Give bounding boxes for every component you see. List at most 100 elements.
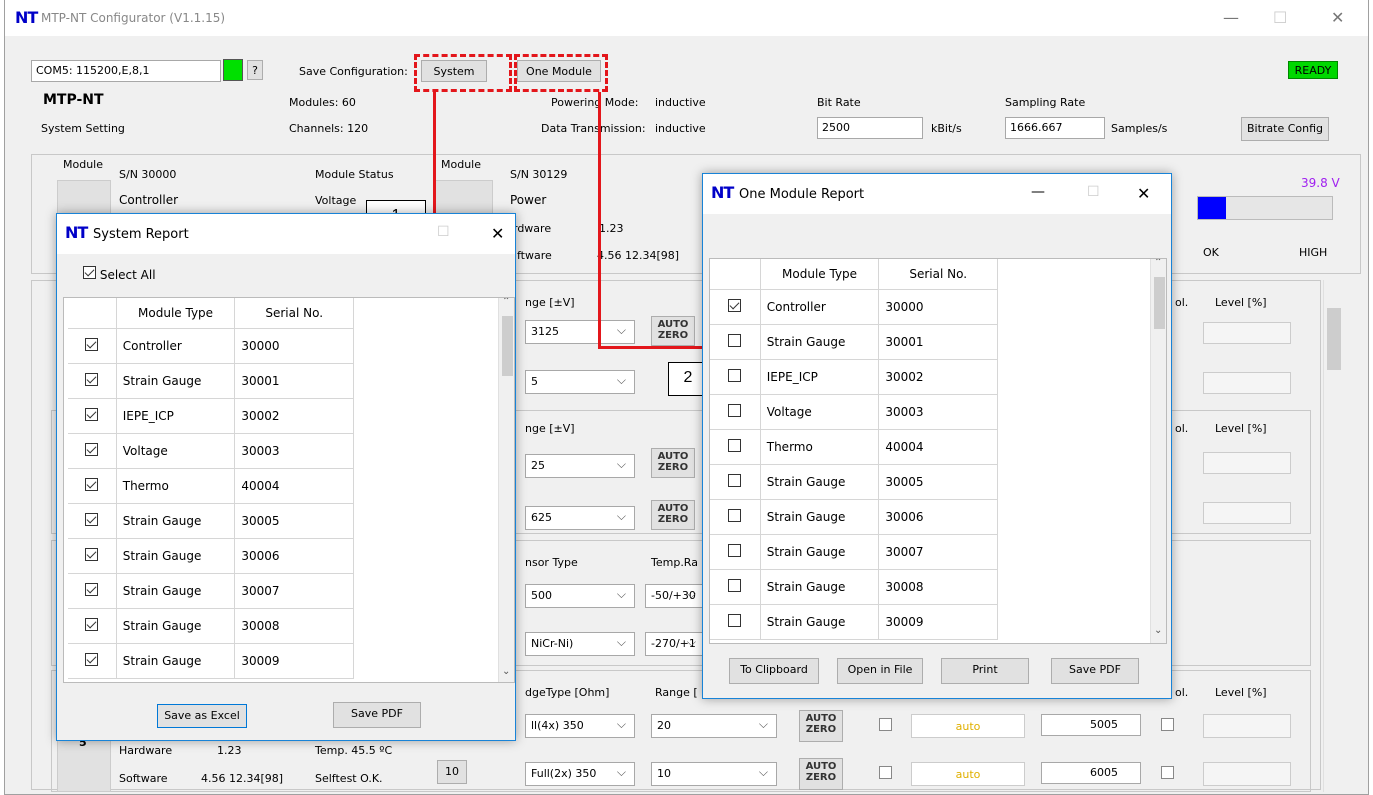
row-checkbox[interactable] (728, 438, 742, 452)
row-checkbox[interactable] (85, 442, 99, 456)
table-row[interactable]: Strain Gauge 30001 (68, 363, 354, 399)
auto-zero-button-2[interactable]: AUTO ZERO (651, 448, 695, 478)
range-b-select-1[interactable]: 20 (651, 714, 777, 738)
auto-zero-button-1[interactable]: AUTO ZERO (651, 316, 695, 346)
row-checkbox-cell[interactable] (710, 534, 761, 570)
row-checkbox[interactable] (728, 613, 742, 627)
one-module-scroll-thumb[interactable] (1154, 277, 1165, 329)
channel-checkbox-3[interactable] (879, 766, 892, 779)
row-checkbox-cell[interactable] (68, 573, 117, 609)
channel-checkbox-2[interactable] (1161, 718, 1174, 731)
range-select-4[interactable]: 625 (525, 506, 635, 530)
system-report-scroll-thumb[interactable] (502, 316, 513, 376)
one-module-save-pdf-button[interactable]: Save PDF (1051, 658, 1139, 684)
bridge-select-2[interactable]: Full(2x) 350 (525, 762, 635, 786)
row-checkbox[interactable] (85, 372, 99, 386)
table-row[interactable]: Strain Gauge 30005 (710, 464, 998, 500)
row-checkbox-cell[interactable] (68, 328, 117, 364)
one-module-maximize[interactable]: ☐ (1087, 184, 1100, 200)
table-row[interactable]: Strain Gauge 30001 (710, 324, 998, 360)
table-row[interactable]: Strain Gauge 30009 (68, 643, 354, 679)
channel-checkbox-4[interactable] (1161, 766, 1174, 779)
row-checkbox-cell[interactable] (710, 429, 761, 465)
auto-value-2[interactable]: auto (911, 762, 1025, 786)
table-row[interactable]: Voltage 30003 (710, 394, 998, 430)
scroll-down-icon[interactable]: ⌄ (502, 666, 510, 677)
bitrate-config-button[interactable]: Bitrate Config (1241, 117, 1329, 141)
table-row[interactable]: Thermo 40004 (710, 429, 998, 465)
table-row[interactable]: Controller 30000 (710, 289, 998, 325)
range-select-2[interactable]: 5 (525, 370, 635, 394)
row-checkbox[interactable] (728, 543, 742, 557)
close-button[interactable]: ✕ (1331, 8, 1344, 27)
one-module-minimize[interactable]: — (1031, 184, 1045, 200)
sensor-select-2[interactable]: NiCr-Ni) (525, 632, 635, 656)
table-row[interactable]: Strain Gauge 30008 (710, 569, 998, 605)
row-checkbox[interactable] (85, 617, 99, 631)
row-checkbox-cell[interactable] (710, 289, 761, 325)
row-checkbox-cell[interactable] (68, 538, 117, 574)
row-checkbox-cell[interactable] (68, 398, 117, 434)
row-checkbox[interactable] (728, 298, 742, 312)
table-row[interactable]: IEPE_ICP 30002 (710, 359, 998, 395)
main-scrollbar[interactable] (1323, 280, 1343, 792)
table-row[interactable]: Voltage 30003 (68, 433, 354, 469)
table-row[interactable]: Strain Gauge 30007 (710, 534, 998, 570)
row-checkbox-cell[interactable] (710, 604, 761, 640)
table-row[interactable]: Strain Gauge 30005 (68, 503, 354, 539)
row-checkbox[interactable] (85, 582, 99, 596)
table-row[interactable]: Strain Gauge 30006 (68, 538, 354, 574)
range-b-select-2[interactable]: 10 (651, 762, 777, 786)
row-checkbox-cell[interactable] (68, 608, 117, 644)
auto-value-1[interactable]: auto (911, 714, 1025, 738)
minimize-button[interactable]: — (1223, 8, 1239, 27)
sensor-select-1[interactable]: 500 (525, 584, 635, 608)
table-row[interactable]: IEPE_ICP 30002 (68, 398, 354, 434)
module-10-button[interactable]: 10 (437, 760, 467, 784)
temp-select-1[interactable]: -50/+30 (645, 584, 705, 608)
system-save-pdf-button[interactable]: Save PDF (333, 702, 421, 728)
to-clipboard-button[interactable]: To Clipboard (729, 658, 819, 684)
row-checkbox-cell[interactable] (68, 468, 117, 504)
system-report-scrollbar[interactable]: ⌃ ⌄ (498, 298, 514, 682)
main-scroll-thumb[interactable] (1327, 308, 1341, 370)
row-checkbox-cell[interactable] (68, 503, 117, 539)
auto-zero-button-3[interactable]: AUTO ZERO (651, 500, 695, 530)
number-stepper-2[interactable]: 6005 (1041, 762, 1141, 784)
channel-checkbox-1[interactable] (879, 718, 892, 731)
row-checkbox[interactable] (85, 547, 99, 561)
table-row[interactable]: Strain Gauge 30006 (710, 499, 998, 535)
save-as-excel-button[interactable]: Save as Excel (157, 704, 247, 728)
com-port-field[interactable]: COM5: 115200,E,8,1 (31, 60, 221, 82)
auto-zero-button-4[interactable]: AUTO ZERO (799, 710, 843, 742)
temp-select-2[interactable]: -270/+1 (645, 632, 705, 656)
select-all-checkbox[interactable]: Select All (83, 266, 156, 282)
row-checkbox-cell[interactable] (710, 324, 761, 360)
row-checkbox[interactable] (728, 578, 742, 592)
row-checkbox[interactable] (728, 333, 742, 347)
scroll-up-icon[interactable]: ⌃ (1154, 259, 1162, 268)
sampling-field[interactable]: 1666.667 (1005, 117, 1105, 139)
bridge-select-1[interactable]: ll(4x) 350 (525, 714, 635, 738)
row-checkbox[interactable] (85, 337, 99, 351)
auto-zero-button-5[interactable]: AUTO ZERO (799, 758, 843, 790)
maximize-button[interactable]: ☐ (1273, 8, 1287, 27)
help-button[interactable]: ? (247, 60, 263, 80)
number-stepper-1[interactable]: 5005 (1041, 714, 1141, 736)
row-checkbox-cell[interactable] (710, 569, 761, 605)
row-checkbox[interactable] (85, 512, 99, 526)
row-checkbox-cell[interactable] (710, 464, 761, 500)
table-row[interactable]: Thermo 40004 (68, 468, 354, 504)
row-checkbox[interactable] (85, 652, 99, 666)
row-checkbox-cell[interactable] (68, 433, 117, 469)
system-report-maximize[interactable]: ☐ (437, 224, 450, 240)
row-checkbox[interactable] (728, 368, 742, 382)
range-select-1[interactable]: 3125 (525, 320, 635, 344)
bitrate-field[interactable]: 2500 (817, 117, 923, 139)
row-checkbox-cell[interactable] (68, 363, 117, 399)
system-report-close[interactable]: ✕ (491, 224, 504, 243)
table-row[interactable]: Strain Gauge 30008 (68, 608, 354, 644)
table-row[interactable]: Controller 30000 (68, 328, 354, 364)
row-checkbox-cell[interactable] (710, 499, 761, 535)
table-row[interactable]: Strain Gauge 30007 (68, 573, 354, 609)
